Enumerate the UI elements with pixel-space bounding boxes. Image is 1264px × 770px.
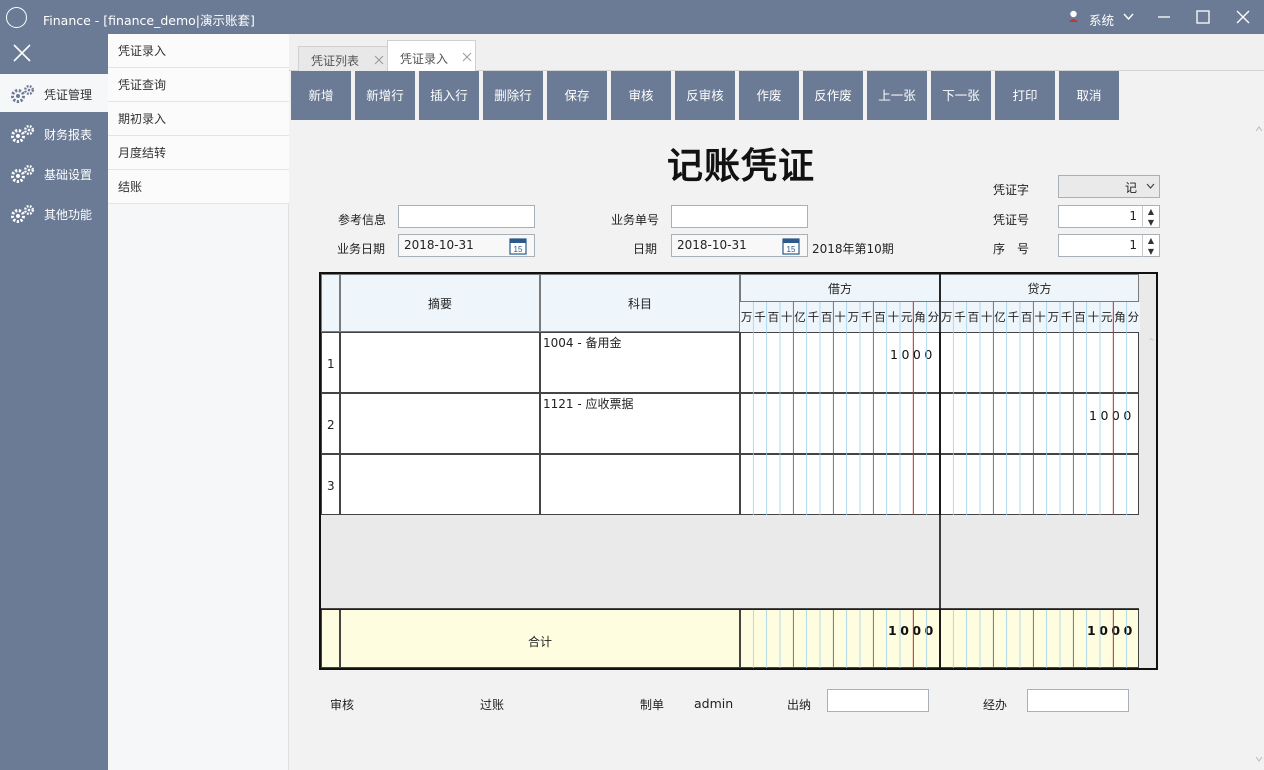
maker-value: admin: [694, 696, 734, 711]
date-value: 2018-10-31: [677, 238, 747, 252]
app-logo-icon: [6, 7, 27, 28]
page-scrollbar[interactable]: [1254, 120, 1264, 770]
voucher-no-stepper[interactable]: ▲ ▼: [1142, 206, 1159, 228]
calendar-icon[interactable]: 15: [509, 237, 527, 255]
gears-icon: [11, 125, 35, 143]
tab-voucher-entry[interactable]: 凭证录入: [387, 40, 476, 71]
submenu-item-opening-entry[interactable]: 期初录入: [108, 102, 289, 136]
stepper-down-icon[interactable]: ▼: [1143, 246, 1159, 257]
handler-input[interactable]: [1027, 689, 1129, 712]
cancel-button[interactable]: 取消: [1059, 71, 1119, 120]
close-window-icon[interactable]: [1234, 8, 1252, 26]
nav-item-basic-settings[interactable]: 基础设置: [0, 154, 108, 192]
gears-icon: [11, 205, 35, 223]
seq-value: 1: [1129, 238, 1137, 252]
nav-item-other-functions[interactable]: 其他功能: [0, 194, 108, 232]
void-button[interactable]: 作废: [739, 71, 799, 120]
ref-info-input[interactable]: [398, 205, 535, 228]
unvoid-button[interactable]: 反作废: [803, 71, 863, 120]
cashier-input[interactable]: [827, 689, 929, 712]
delete-row-button[interactable]: 删除行: [483, 71, 543, 120]
system-menu[interactable]: 系统: [1089, 10, 1114, 29]
submenu-item-voucher-entry[interactable]: 凭证录入: [108, 34, 289, 68]
unaudit-button[interactable]: 反审核: [675, 71, 735, 120]
svg-text:15: 15: [514, 245, 523, 254]
close-tab-icon[interactable]: [374, 55, 384, 65]
ref-info-label: 参考信息: [338, 213, 387, 227]
submenu-item-closing[interactable]: 结账: [108, 170, 289, 204]
voucher-word-value: 记: [1124, 181, 1137, 195]
sub-menu: 凭证录入 凭证查询 期初录入 月度结转 结账: [108, 34, 289, 770]
add-button[interactable]: 新增: [291, 71, 351, 120]
submenu-item-label: 凭证录入: [118, 44, 167, 58]
left-nav: 凭证管理 财务报表 基础设置 其他功能: [0, 34, 108, 770]
seq-label: 序 号: [993, 242, 1030, 256]
tab-label: 凭证列表: [311, 54, 360, 68]
voucher-grid: 摘要 科目 借方 贷方万千百十亿千百十万千百十元角分万千百十亿千百十万千百十元角分 1 1…: [319, 272, 1158, 670]
finance-app-window: Finance - [finance_demo|演示账套] 系统 凭证管理 财务…: [0, 0, 1264, 770]
svg-text:15: 15: [787, 245, 796, 254]
submenu-item-label: 凭证查询: [118, 78, 167, 92]
nav-item-voucher-mgmt[interactable]: 凭证管理: [0, 74, 108, 112]
nav-item-label: 基础设置: [44, 168, 93, 182]
scroll-up-icon[interactable]: [1255, 126, 1263, 132]
date-label: 日期: [633, 242, 658, 256]
tab-label: 凭证录入: [400, 52, 449, 66]
submenu-item-monthly-carryover[interactable]: 月度结转: [108, 136, 289, 170]
stepper-down-icon[interactable]: ▼: [1143, 217, 1159, 228]
seq-stepper[interactable]: ▲ ▼: [1142, 235, 1159, 257]
voucher-no-value: 1: [1129, 209, 1137, 223]
biz-date-label: 业务日期: [337, 242, 386, 256]
calendar-icon[interactable]: 15: [782, 237, 800, 255]
submenu-item-label: 月度结转: [118, 146, 167, 160]
system-user-icon[interactable]: [1068, 10, 1079, 23]
biz-no-input[interactable]: [671, 205, 808, 228]
add-row-button[interactable]: 新增行: [355, 71, 415, 120]
next-button[interactable]: 下一张: [931, 71, 991, 120]
submenu-item-voucher-query[interactable]: 凭证查询: [108, 68, 289, 102]
voucher-word-label: 凭证字: [993, 183, 1030, 197]
stepper-up-icon[interactable]: ▲: [1143, 235, 1159, 246]
insert-row-button[interactable]: 插入行: [419, 71, 479, 120]
tab-bar: 凭证列表 凭证录入: [289, 34, 1264, 71]
cashier-label: 出纳: [787, 698, 812, 712]
voucher-no-label: 凭证号: [993, 213, 1030, 227]
handler-label: 经办: [983, 698, 1008, 712]
print-button[interactable]: 打印: [995, 71, 1055, 120]
audit-label: 审核: [330, 698, 355, 712]
biz-no-label: 业务单号: [611, 213, 660, 227]
save-button[interactable]: 保存: [547, 71, 607, 120]
gears-icon: [11, 85, 35, 103]
audit-button[interactable]: 审核: [611, 71, 671, 120]
tab-voucher-list[interactable]: 凭证列表: [298, 46, 388, 71]
chevron-down-icon[interactable]: [1123, 13, 1134, 20]
nav-item-financial-reports[interactable]: 财务报表: [0, 114, 108, 152]
close-tab-icon[interactable]: [462, 52, 472, 62]
nav-item-label: 其他功能: [44, 208, 93, 222]
maker-label: 制单: [640, 698, 665, 712]
voucher-word-select[interactable]: 记: [1058, 175, 1160, 198]
biz-date-value: 2018-10-31: [404, 238, 474, 252]
close-icon[interactable]: [12, 43, 32, 63]
chevron-down-icon[interactable]: [1146, 183, 1155, 189]
minimize-icon[interactable]: [1155, 8, 1173, 26]
grid-lines: ^: [321, 274, 1155, 668]
voucher-title: 记账凭证: [667, 146, 816, 187]
submenu-item-label: 期初录入: [118, 112, 167, 126]
nav-item-label: 财务报表: [44, 128, 93, 142]
maximize-icon[interactable]: [1194, 8, 1212, 26]
scroll-down-icon[interactable]: [1255, 756, 1263, 762]
post-label: 过账: [480, 698, 505, 712]
prev-button[interactable]: 上一张: [867, 71, 927, 120]
stepper-up-icon[interactable]: ▲: [1143, 206, 1159, 217]
nav-item-label: 凭证管理: [44, 88, 93, 102]
gears-icon: [11, 165, 35, 183]
grid-scroll-up-icon[interactable]: ^: [1148, 337, 1155, 346]
submenu-item-label: 结账: [118, 180, 143, 194]
period-text: 2018年第10期: [812, 242, 894, 256]
window-title: Finance - [finance_demo|演示账套]: [43, 13, 255, 28]
title-bar: Finance - [finance_demo|演示账套] 系统: [0, 0, 1264, 34]
